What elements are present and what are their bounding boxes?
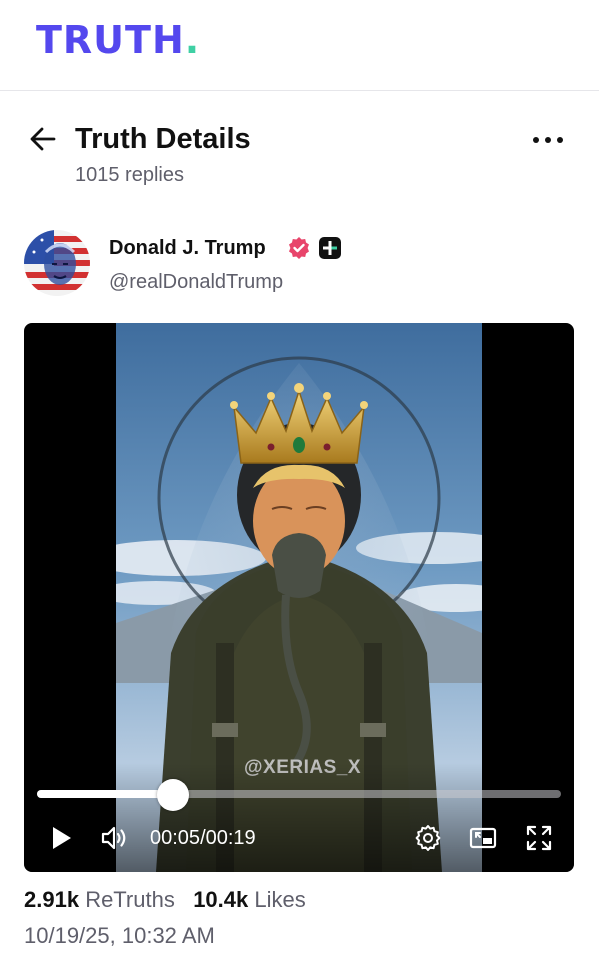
picture-in-picture-icon [469,827,497,849]
page-header: Truth Details 1015 replies [0,110,599,200]
video-progress-thumb[interactable] [157,779,190,811]
volume-button[interactable] [100,823,130,853]
post-timestamp: 10/19/25, 10:32 AM [24,923,215,948]
more-horizontal-icon [557,137,563,143]
logo-text: TRUTH [36,18,185,62]
video-time: 00:05/00:19 [150,824,256,852]
back-button[interactable] [28,124,58,154]
more-horizontal-icon [533,137,539,143]
controls-overlay [24,763,574,872]
page-title: Truth Details [75,123,251,155]
verified-badge-icon [289,237,309,259]
current-time: 00:05 [150,827,201,849]
retruths-count: 2.91k [24,887,80,912]
truth-plus-badge-icon [319,237,341,259]
pip-button[interactable] [468,823,498,853]
more-options-button[interactable] [530,128,566,152]
arrow-left-icon [30,127,56,151]
retruths-stat[interactable]: 2.91k ReTruths [24,887,175,912]
play-icon [53,827,71,849]
avatar-image [24,230,90,296]
post-stats: 2.91k ReTruths 10.4k Likes [24,886,306,914]
author-name[interactable]: Donald J. Trump [109,236,266,260]
top-bar: TRUTH. [0,0,599,91]
settings-button[interactable] [413,823,443,853]
likes-label: Likes [254,887,306,912]
avatar[interactable] [24,230,90,296]
likes-count: 10.4k [193,887,249,912]
duration: 00:19 [205,827,256,849]
fullscreen-icon [526,825,552,851]
play-button[interactable] [46,823,76,853]
fullscreen-button[interactable] [524,823,554,853]
video-progress-fill [37,790,174,798]
author-handle[interactable]: @realDonaldTrump [109,270,283,294]
video-progress-bar[interactable] [37,790,561,798]
video-player[interactable]: @XERIAS_X 00:05/00:19 [24,323,574,872]
settings-icon [415,825,441,851]
likes-stat[interactable]: 10.4k Likes [193,887,306,912]
volume-icon [101,826,126,850]
author-row: Donald J. Trump @realDonaldTrump [0,228,599,300]
replies-count[interactable]: 1015 replies [75,162,184,188]
truth-logo[interactable]: TRUTH. [36,18,200,62]
logo-dot: . [184,18,201,62]
more-horizontal-icon [545,137,551,143]
retruths-label: ReTruths [85,887,175,912]
